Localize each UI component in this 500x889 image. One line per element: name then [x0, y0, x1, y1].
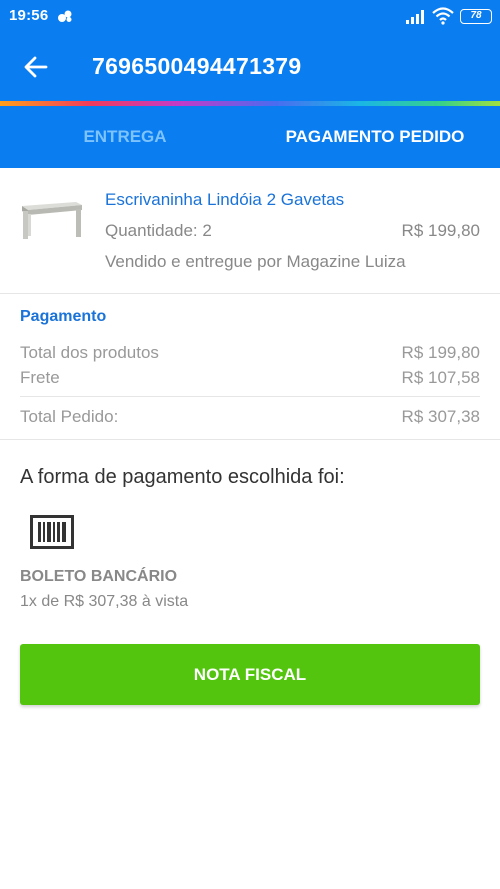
payment-heading: Pagamento [20, 308, 107, 325]
product-item: Escrivaninha Lindóia 2 Gavetas Quantidad… [0, 168, 500, 294]
summary-divider [20, 396, 480, 397]
product-name[interactable]: Escrivaninha Lindóia 2 Gavetas [105, 190, 344, 210]
notification-icon [58, 10, 72, 22]
payment-summary: Pagamento Total dos produtos R$ 199,80 F… [0, 294, 500, 440]
payment-terms: 1x de R$ 307,38 à vista [20, 593, 189, 610]
shipping-row: Frete R$ 107,58 [20, 368, 480, 388]
back-arrow-icon[interactable] [22, 53, 50, 81]
order-total-label: Total Pedido: [20, 407, 119, 426]
product-seller: Vendido e entregue por Magazine Luiza [105, 252, 406, 271]
order-total-row: Total Pedido: R$ 307,38 [20, 407, 480, 427]
status-bar: 19:56 78 [0, 0, 500, 33]
payment-method-label: A forma de pagamento escolhida foi: [20, 466, 345, 488]
order-total-value: R$ 307,38 [401, 407, 480, 426]
battery-level: 78 [470, 10, 482, 21]
tab-bar: ENTREGA PAGAMENTO PEDIDO [0, 106, 500, 168]
tab-pagamento-pedido[interactable]: PAGAMENTO PEDIDO [250, 106, 500, 168]
status-time: 19:56 [9, 7, 49, 24]
nota-fiscal-button[interactable]: NOTA FISCAL [20, 644, 480, 705]
product-quantity: Quantidade: 2 [105, 221, 212, 240]
barcode-icon [30, 515, 74, 549]
app-bar: 7696500494471379 [0, 33, 500, 101]
shipping-label: Frete [20, 368, 60, 387]
wifi-icon [432, 7, 454, 25]
total-products-label: Total dos produtos [20, 343, 159, 362]
shipping-value: R$ 107,58 [401, 368, 480, 387]
signal-icon [406, 10, 424, 24]
tab-entrega[interactable]: ENTREGA [0, 106, 250, 168]
battery-indicator: 78 [460, 9, 492, 24]
payment-type: BOLETO BANCÁRIO [20, 568, 178, 585]
payment-method: A forma de pagamento escolhida foi: BOLE… [0, 440, 500, 640]
order-number-title: 7696500494471379 [92, 53, 302, 79]
total-products-value: R$ 199,80 [401, 343, 480, 362]
product-image [22, 202, 82, 239]
total-products-row: Total dos produtos R$ 199,80 [20, 343, 480, 363]
product-price: R$ 199,80 [401, 221, 480, 240]
